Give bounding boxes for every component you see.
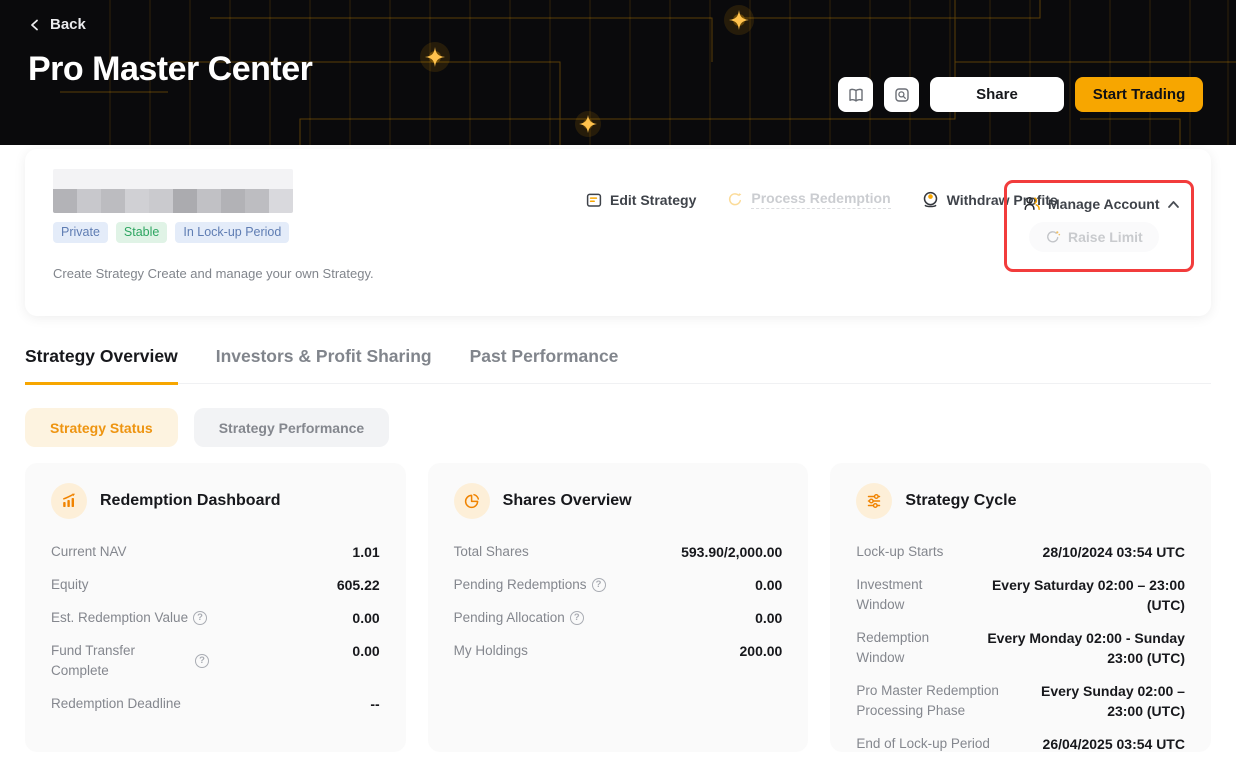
raise-limit-button[interactable]: Raise Limit [1029,222,1159,252]
manage-account-annotation-box: Manage Account Raise Limit [1004,180,1194,272]
row-value: 0.00 [352,608,379,628]
document-search-icon [893,86,911,104]
row-label: Current NAV [51,542,127,562]
row-label: Total Shares [454,542,529,562]
process-redemption-button[interactable]: Process Redemption [726,190,890,209]
row-value: 605.22 [337,575,380,595]
card-title: Redemption Dashboard [100,492,280,510]
table-row: Pending Allocation 0.00 [454,601,783,634]
edit-document-icon [585,191,603,209]
row-label: Pending Redemptions [454,575,606,595]
circular-arrows-icon [726,191,744,209]
coin-hand-icon [921,190,940,209]
table-row: Redemption Window Every Monday 02:00 - S… [856,621,1185,674]
row-value: -- [370,694,379,714]
help-icon[interactable] [570,611,584,625]
start-trading-button[interactable]: Start Trading [1075,77,1203,112]
pie-chart-icon [454,483,490,519]
strategy-actions: Edit Strategy Process Redemption Withdra… [585,190,1058,209]
row-label: End of Lock-up Period [856,734,990,754]
hero-banner: Back Pro Master Center Share Start Tradi… [0,0,1236,145]
hero-actions: Share Start Trading [838,77,1203,112]
redacted-strategy-name [53,169,293,213]
row-value: Every Saturday 02:00 – 23:00 (UTC) [967,575,1185,615]
manage-account-button[interactable]: Manage Account [1023,195,1191,213]
chevron-left-icon [28,18,42,32]
raise-limit-icon [1045,229,1061,245]
help-icon[interactable] [592,578,606,592]
sub-tabs: Strategy Status Strategy Performance [25,408,1211,447]
preview-button[interactable] [884,77,919,112]
row-value: 26/04/2025 03:54 UTC [1043,734,1185,754]
row-value: Every Sunday 02:00 – 23:00 (UTC) [1014,681,1185,721]
back-label: Back [50,16,86,33]
book-icon [847,86,865,104]
row-label: Equity [51,575,89,595]
tab-investors-profit-sharing[interactable]: Investors & Profit Sharing [216,346,432,385]
status-badge: Stable [116,222,167,243]
table-row: My Holdings 200.00 [454,634,783,667]
row-label: Est. Redemption Value [51,608,207,628]
row-value: 0.00 [755,608,782,628]
row-label: My Holdings [454,641,528,661]
sliders-icon [856,483,892,519]
table-row: Lock-up Starts 28/10/2024 03:54 UTC [856,535,1185,568]
share-button[interactable]: Share [930,77,1064,112]
row-label: Lock-up Starts [856,542,943,562]
status-badge: In Lock-up Period [175,222,289,243]
row-label: Investment Window [856,575,967,615]
back-button[interactable]: Back [28,16,86,33]
table-row: Investment Window Every Saturday 02:00 –… [856,568,1185,621]
table-row: Total Shares 593.90/2,000.00 [454,535,783,568]
row-label: Redemption Deadline [51,694,181,714]
row-value: 0.00 [352,641,379,661]
redemption-dashboard-card: Redemption Dashboard Current NAV 1.01 Eq… [25,463,406,752]
table-row: Pending Redemptions 0.00 [454,568,783,601]
table-row: Current NAV 1.01 [51,535,380,568]
row-value: Every Monday 02:00 - Sunday 23:00 (UTC) [967,628,1185,668]
tab-strategy-overview[interactable]: Strategy Overview [25,346,178,385]
row-value: 593.90/2,000.00 [681,542,782,562]
raise-limit-label: Raise Limit [1068,229,1143,245]
caret-up-icon [1167,200,1180,209]
row-value: 28/10/2024 03:54 UTC [1043,542,1185,562]
strategy-summary-card: Private Stable In Lock-up Period Create … [25,149,1211,316]
edit-strategy-label: Edit Strategy [610,192,696,208]
row-label: Pending Allocation [454,608,584,628]
row-value: 1.01 [352,542,379,562]
user-group-icon [1023,195,1041,213]
row-label: Fund Transfer Complete [51,641,209,681]
card-title: Shares Overview [503,492,632,510]
help-icon[interactable] [193,611,207,625]
row-label: Pro Master Redemption Processing Phase [856,681,1014,721]
page-title: Pro Master Center [28,50,312,89]
table-row: Redemption Deadline -- [51,687,380,720]
guide-button[interactable] [838,77,873,112]
tab-past-performance[interactable]: Past Performance [470,346,619,385]
process-redemption-label: Process Redemption [751,190,890,209]
status-badge: Private [53,222,108,243]
chart-growth-icon [51,483,87,519]
edit-strategy-button[interactable]: Edit Strategy [585,191,696,209]
manage-account-label: Manage Account [1048,196,1160,212]
subtab-strategy-status[interactable]: Strategy Status [25,408,178,447]
table-row: Est. Redemption Value 0.00 [51,601,380,634]
row-value: 200.00 [740,641,783,661]
subtab-strategy-performance[interactable]: Strategy Performance [194,408,390,447]
card-title: Strategy Cycle [905,492,1016,510]
row-label: Redemption Window [856,628,967,668]
overview-cards: Redemption Dashboard Current NAV 1.01 Eq… [25,463,1211,752]
table-row: Equity 605.22 [51,568,380,601]
shares-overview-card: Shares Overview Total Shares 593.90/2,00… [428,463,809,752]
help-icon[interactable] [195,654,209,668]
table-row: Fund Transfer Complete 0.00 [51,634,380,687]
row-value: 0.00 [755,575,782,595]
table-row: Pro Master Redemption Processing Phase E… [856,674,1185,727]
main-tabs: Strategy Overview Investors & Profit Sha… [25,346,1211,384]
strategy-cycle-card: Strategy Cycle Lock-up Starts 28/10/2024… [830,463,1211,752]
table-row: End of Lock-up Period 26/04/2025 03:54 U… [856,727,1185,760]
